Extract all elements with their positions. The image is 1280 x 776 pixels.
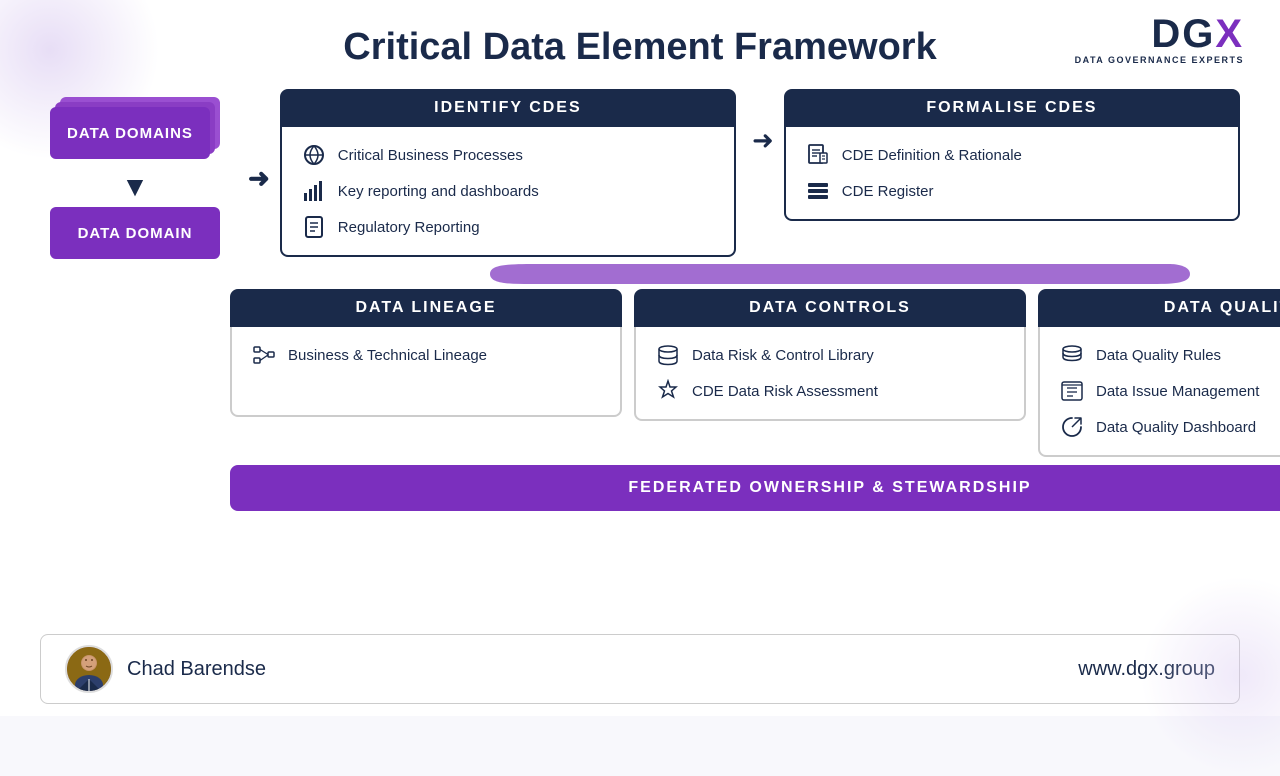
quality-item-3-text: Data Quality Dashboard [1096,419,1256,436]
formalise-item-2-text: CDE Register [842,183,934,200]
federated-bar: FEDERATED OWNERSHIP & STEWARDSHIP [230,465,1280,511]
controls-header: DATA CONTROLS [634,289,1026,327]
formalise-item-1: CDE Definition & Rationale [804,141,1220,169]
footer-left: Chad Barendse [65,645,266,693]
logo-subtitle: DATA GOVERNANCE EXPERTS [1075,55,1244,65]
bottom-boxes: DATA LINEAGE [230,289,1280,457]
cde-register-icon [804,177,832,205]
quality-rules-icon [1058,341,1086,369]
top-row: DATA DOMAINS ▼ DATA DOMAIN ➜ IDENTIFY CD… [40,89,1240,259]
critical-process-icon [300,141,328,169]
quality-item-3: Data Quality Dashboard [1058,413,1280,441]
cde-definition-icon [804,141,832,169]
risk-assessment-icon [654,377,682,405]
identify-item-2: Key reporting and dashboards [300,177,716,205]
footer-website: www.dgx.group [1078,658,1215,681]
domain-single-label: DATA DOMAIN [78,225,193,242]
domain-to-identify-arrow: ➜ [248,163,270,194]
identify-header: IDENTIFY CDES [280,89,736,127]
identify-to-formalise-arrow: ➜ [752,125,774,156]
domain-stack: DATA DOMAINS [50,97,220,165]
quality-item-2-text: Data Issue Management [1096,383,1259,400]
quality-item-1: Data Quality Rules [1058,341,1280,369]
domains-section: DATA DOMAINS ▼ DATA DOMAIN [40,97,230,259]
page-title: Critical Data Element Framework [343,26,936,69]
lineage-header: DATA LINEAGE [230,289,622,327]
quality-dashboard-icon [1058,413,1086,441]
quality-body: Data Quality Rules [1038,327,1280,457]
domain-single: DATA DOMAIN [50,207,220,259]
domains-label: DATA DOMAINS [67,125,193,142]
identify-body: Critical Business Processes Key reportin… [280,127,736,257]
controls-item-1: Data Risk & Control Library [654,341,1006,369]
formalise-cdes-box: FORMALISE CDES [784,89,1240,221]
reporting-icon [300,177,328,205]
identify-cdes-box: IDENTIFY CDES Critical Business Processe… [280,89,736,257]
down-arrow: ▼ [121,171,149,203]
issue-management-icon [1058,377,1086,405]
lineage-body: Business & Technical Lineage [230,327,622,417]
domain-card-front: DATA DOMAINS [50,107,210,159]
formalise-header: FORMALISE CDES [784,89,1240,127]
avatar-image [67,647,111,691]
footer: Chad Barendse www.dgx.group [40,634,1240,704]
connector-row [240,259,1280,289]
identify-item-3: Regulatory Reporting [300,213,716,241]
quality-box: DATA QUALITY Data Quality Rules [1038,289,1280,457]
lineage-item-1: Business & Technical Lineage [250,341,602,369]
curved-connector-svg [490,260,1190,288]
bottom-section: DATA LINEAGE [230,289,1280,511]
quality-item-2: Data Issue Management [1058,377,1280,405]
controls-item-1-text: Data Risk & Control Library [692,347,874,364]
controls-item-2: CDE Data Risk Assessment [654,377,1006,405]
identify-item-1: Critical Business Processes [300,141,716,169]
page: DGX DATA GOVERNANCE EXPERTS Critical Dat… [0,0,1280,716]
controls-box: DATA CONTROLS Data Risk & Control Librar… [634,289,1026,457]
footer-avatar [65,645,113,693]
lineage-item-1-text: Business & Technical Lineage [288,347,487,364]
controls-body: Data Risk & Control Library CDE Data Ris… [634,327,1026,421]
logo-x: X [1215,12,1244,56]
diagram: DATA DOMAINS ▼ DATA DOMAIN ➜ IDENTIFY CD… [40,89,1240,624]
identify-item-2-text: Key reporting and dashboards [338,183,539,200]
risk-library-icon [654,341,682,369]
logo-text: DGX [1151,14,1244,54]
logo: DGX DATA GOVERNANCE EXPERTS [1075,14,1244,65]
lineage-box: DATA LINEAGE [230,289,622,457]
controls-item-2-text: CDE Data Risk Assessment [692,383,878,400]
identify-item-3-text: Regulatory Reporting [338,219,480,236]
quality-header: DATA QUALITY [1038,289,1280,327]
formalise-item-2: CDE Register [804,177,1220,205]
identify-item-1-text: Critical Business Processes [338,147,523,164]
formalise-body: CDE Definition & Rationale CDE Register [784,127,1240,221]
footer-person-name: Chad Barendse [127,658,266,681]
regulatory-icon [300,213,328,241]
formalise-item-1-text: CDE Definition & Rationale [842,147,1022,164]
quality-item-1-text: Data Quality Rules [1096,347,1221,364]
lineage-icon [250,341,278,369]
